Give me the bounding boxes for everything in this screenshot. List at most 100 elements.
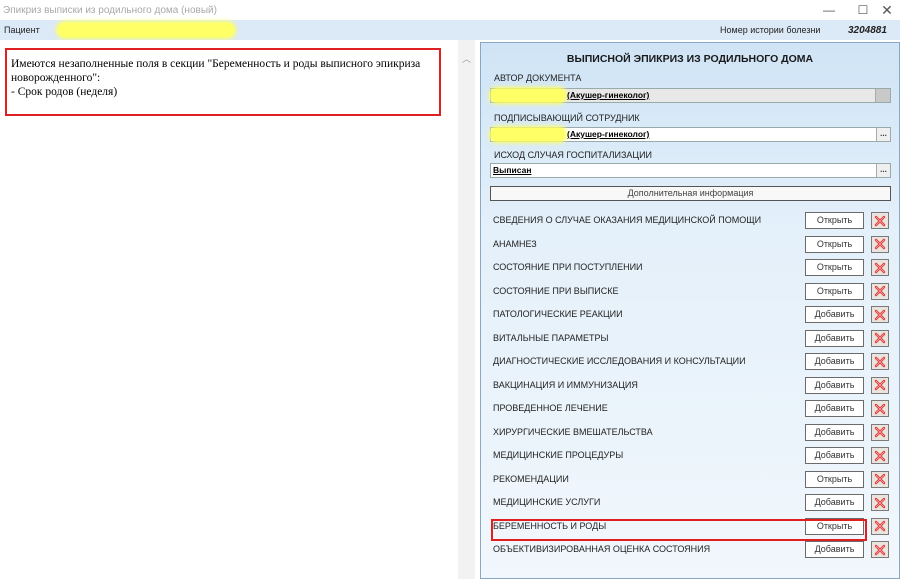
section-action-button[interactable]: Открыть bbox=[805, 235, 864, 253]
delete-section-button[interactable] bbox=[871, 306, 889, 323]
section-action-button[interactable]: Открыть bbox=[805, 470, 864, 488]
section-name: АНАМНЕЗ bbox=[493, 238, 537, 249]
delete-icon bbox=[874, 403, 886, 414]
section-action-button[interactable]: Открыть bbox=[805, 259, 864, 276]
additional-info-button[interactable]: Дополнительная информация bbox=[490, 186, 891, 201]
section-action-button[interactable]: Добавить bbox=[805, 329, 864, 347]
section-name: МЕДИЦИНСКИЕ ПРОЦЕДУРЫ bbox=[493, 450, 624, 460]
epicrisis-form-panel: ВЫПИСНОЙ ЭПИКРИЗ ИЗ РОДИЛЬНОГО ДОМА АВТО… bbox=[480, 42, 900, 579]
section-name: СОСТОЯНИЕ ПРИ ВЫПИСКЕ bbox=[493, 285, 619, 296]
section-action-button[interactable]: Добавить bbox=[805, 353, 864, 370]
section-name: ДИАГНОСТИЧЕСКИЕ ИССЛЕДОВАНИЯ И КОНСУЛЬТА… bbox=[493, 356, 746, 366]
section-action-button[interactable]: Открыть bbox=[805, 517, 864, 535]
delete-icon bbox=[874, 262, 886, 273]
patient-label: Пациент bbox=[4, 25, 40, 35]
delete-section-button[interactable] bbox=[871, 212, 889, 229]
delete-icon bbox=[874, 356, 886, 367]
delete-icon bbox=[874, 544, 886, 555]
author-name-redacted bbox=[491, 89, 565, 102]
section-row: СОСТОЯНИЕ ПРИ ВЫПИСКЕ Открыть bbox=[481, 281, 899, 303]
delete-section-button[interactable] bbox=[871, 423, 889, 441]
delete-section-button[interactable] bbox=[871, 353, 889, 370]
section-row: МЕДИЦИНСКИЕ УСЛУГИ Добавить bbox=[481, 492, 899, 514]
validation-panel: Имеются незаполненные поля в секции "Бер… bbox=[0, 40, 458, 579]
outcome-browse-button[interactable]: ... bbox=[876, 164, 890, 177]
delete-section-button[interactable] bbox=[871, 494, 889, 511]
section-name: ХИРУРГИЧЕСКИЕ ВМЕШАТЕЛЬСТВА bbox=[493, 426, 653, 437]
section-row: СВЕДЕНИЯ О СЛУЧАЕ ОКАЗАНИЯ МЕДИЦИНСКОЙ П… bbox=[481, 210, 899, 232]
section-action-button[interactable]: Добавить bbox=[805, 541, 864, 558]
delete-section-button[interactable] bbox=[871, 329, 889, 347]
section-action-button[interactable]: Добавить bbox=[805, 376, 864, 394]
section-row: ПАТОЛОГИЧЕСКИЕ РЕАКЦИИ Добавить bbox=[481, 304, 899, 326]
section-action-button[interactable]: Добавить bbox=[805, 447, 864, 464]
signer-role: (Акушер-гинеколог) bbox=[567, 129, 650, 139]
delete-icon bbox=[874, 285, 886, 297]
section-action-button[interactable]: Добавить bbox=[805, 494, 864, 511]
form-title: ВЫПИСНОЙ ЭПИКРИЗ ИЗ РОДИЛЬНОГО ДОМА bbox=[566, 53, 814, 65]
section-name: СОСТОЯНИЕ ПРИ ПОСТУПЛЕНИИ bbox=[493, 262, 643, 272]
section-row: ВИТАЛЬНЫЕ ПАРАМЕТРЫ Добавить bbox=[481, 328, 899, 350]
validation-message-box: Имеются незаполненные поля в секции "Бер… bbox=[5, 48, 441, 116]
delete-icon bbox=[874, 426, 886, 438]
author-field[interactable]: (Акушер-гинеколог) bbox=[490, 88, 891, 103]
section-name: ВАКЦИНАЦИЯ И ИММУНИЗАЦИЯ bbox=[493, 379, 638, 390]
section-row: МЕДИЦИНСКИЕ ПРОЦЕДУРЫ Добавить bbox=[481, 445, 899, 467]
section-name: ПРОВЕДЕННОЕ ЛЕЧЕНИЕ bbox=[493, 403, 608, 413]
minimize-button[interactable]: — bbox=[812, 0, 846, 20]
delete-icon bbox=[874, 309, 886, 320]
signer-name-redacted bbox=[491, 128, 565, 141]
close-button[interactable]: ✕ bbox=[870, 0, 900, 20]
section-name: БЕРЕМЕННОСТЬ И РОДЫ bbox=[493, 520, 607, 531]
section-row: ДИАГНОСТИЧЕСКИЕ ИССЛЕДОВАНИЯ И КОНСУЛЬТА… bbox=[481, 351, 899, 373]
delete-section-button[interactable] bbox=[871, 259, 889, 276]
section-row: ПРОВЕДЕННОЕ ЛЕЧЕНИЕ Добавить bbox=[481, 398, 899, 420]
section-action-button[interactable]: Добавить bbox=[805, 400, 864, 417]
window-titlebar: Эпикриз выписки из родильного дома (новы… bbox=[0, 0, 900, 20]
section-name: ОБЪЕКТИВИЗИРОВАННАЯ ОЦЕНКА СОСТОЯНИЯ bbox=[493, 544, 711, 554]
delete-icon bbox=[874, 450, 886, 461]
section-action-button[interactable]: Добавить bbox=[805, 423, 864, 441]
delete-icon bbox=[874, 473, 886, 485]
history-number-value: 3204881 bbox=[848, 24, 887, 36]
section-name: РЕКОМЕНДАЦИИ bbox=[493, 473, 569, 484]
scroll-up-icon[interactable]: ︿ bbox=[462, 52, 471, 65]
outcome-value: Выписан bbox=[493, 165, 532, 175]
section-name: ПАТОЛОГИЧЕСКИЕ РЕАКЦИИ bbox=[493, 309, 623, 319]
delete-section-button[interactable] bbox=[871, 470, 889, 488]
section-row: РЕКОМЕНДАЦИИ Открыть bbox=[481, 469, 899, 491]
patient-header: Пациент Номер истории болезни 3204881 bbox=[0, 20, 900, 40]
section-action-button[interactable]: Открыть bbox=[805, 212, 864, 229]
delete-section-button[interactable] bbox=[871, 282, 889, 300]
outcome-label: ИСХОД СЛУЧАЯ ГОСПИТАЛИЗАЦИИ bbox=[494, 150, 653, 160]
delete-section-button[interactable] bbox=[871, 235, 889, 253]
delete-section-button[interactable] bbox=[871, 517, 889, 535]
delete-icon bbox=[874, 379, 886, 391]
author-role: (Акушер-гинеколог) bbox=[567, 90, 650, 100]
history-number-label: Номер истории болезни bbox=[720, 25, 821, 35]
section-row: СОСТОЯНИЕ ПРИ ПОСТУПЛЕНИИ Открыть bbox=[481, 257, 899, 279]
vertical-scrollbar[interactable]: ︿ bbox=[458, 40, 475, 579]
delete-section-button[interactable] bbox=[871, 376, 889, 394]
validation-message-line: Имеются незаполненные поля в секции "Бер… bbox=[11, 58, 421, 84]
delete-section-button[interactable] bbox=[871, 400, 889, 417]
section-row: АНАМНЕЗ Открыть bbox=[481, 234, 899, 256]
section-name: ВИТАЛЬНЫЕ ПАРАМЕТРЫ bbox=[493, 332, 609, 343]
section-row: ОБЪЕКТИВИЗИРОВАННАЯ ОЦЕНКА СОСТОЯНИЯ Доба… bbox=[481, 539, 899, 561]
section-action-button[interactable]: Открыть bbox=[805, 282, 864, 300]
delete-section-button[interactable] bbox=[871, 447, 889, 464]
author-dropdown[interactable] bbox=[875, 89, 890, 102]
signer-browse-button[interactable]: ... bbox=[876, 128, 890, 141]
section-name: МЕДИЦИНСКИЕ УСЛУГИ bbox=[493, 497, 601, 507]
signer-label: ПОДПИСЫВАЮЩИЙ СОТРУДНИК bbox=[494, 113, 640, 123]
delete-icon bbox=[874, 497, 886, 508]
delete-icon bbox=[874, 520, 886, 532]
section-action-button[interactable]: Добавить bbox=[805, 306, 864, 323]
delete-section-button[interactable] bbox=[871, 541, 889, 558]
signer-field[interactable]: (Акушер-гинеколог) ... bbox=[490, 127, 891, 142]
delete-icon bbox=[874, 332, 886, 344]
outcome-field[interactable]: Выписан ... bbox=[490, 163, 891, 178]
window-title: Эпикриз выписки из родильного дома (новы… bbox=[3, 4, 217, 16]
section-name: СВЕДЕНИЯ О СЛУЧАЕ ОКАЗАНИЯ МЕДИЦИНСКОЙ П… bbox=[493, 215, 762, 225]
section-row: ХИРУРГИЧЕСКИЕ ВМЕШАТЕЛЬСТВА Добавить bbox=[481, 422, 899, 444]
